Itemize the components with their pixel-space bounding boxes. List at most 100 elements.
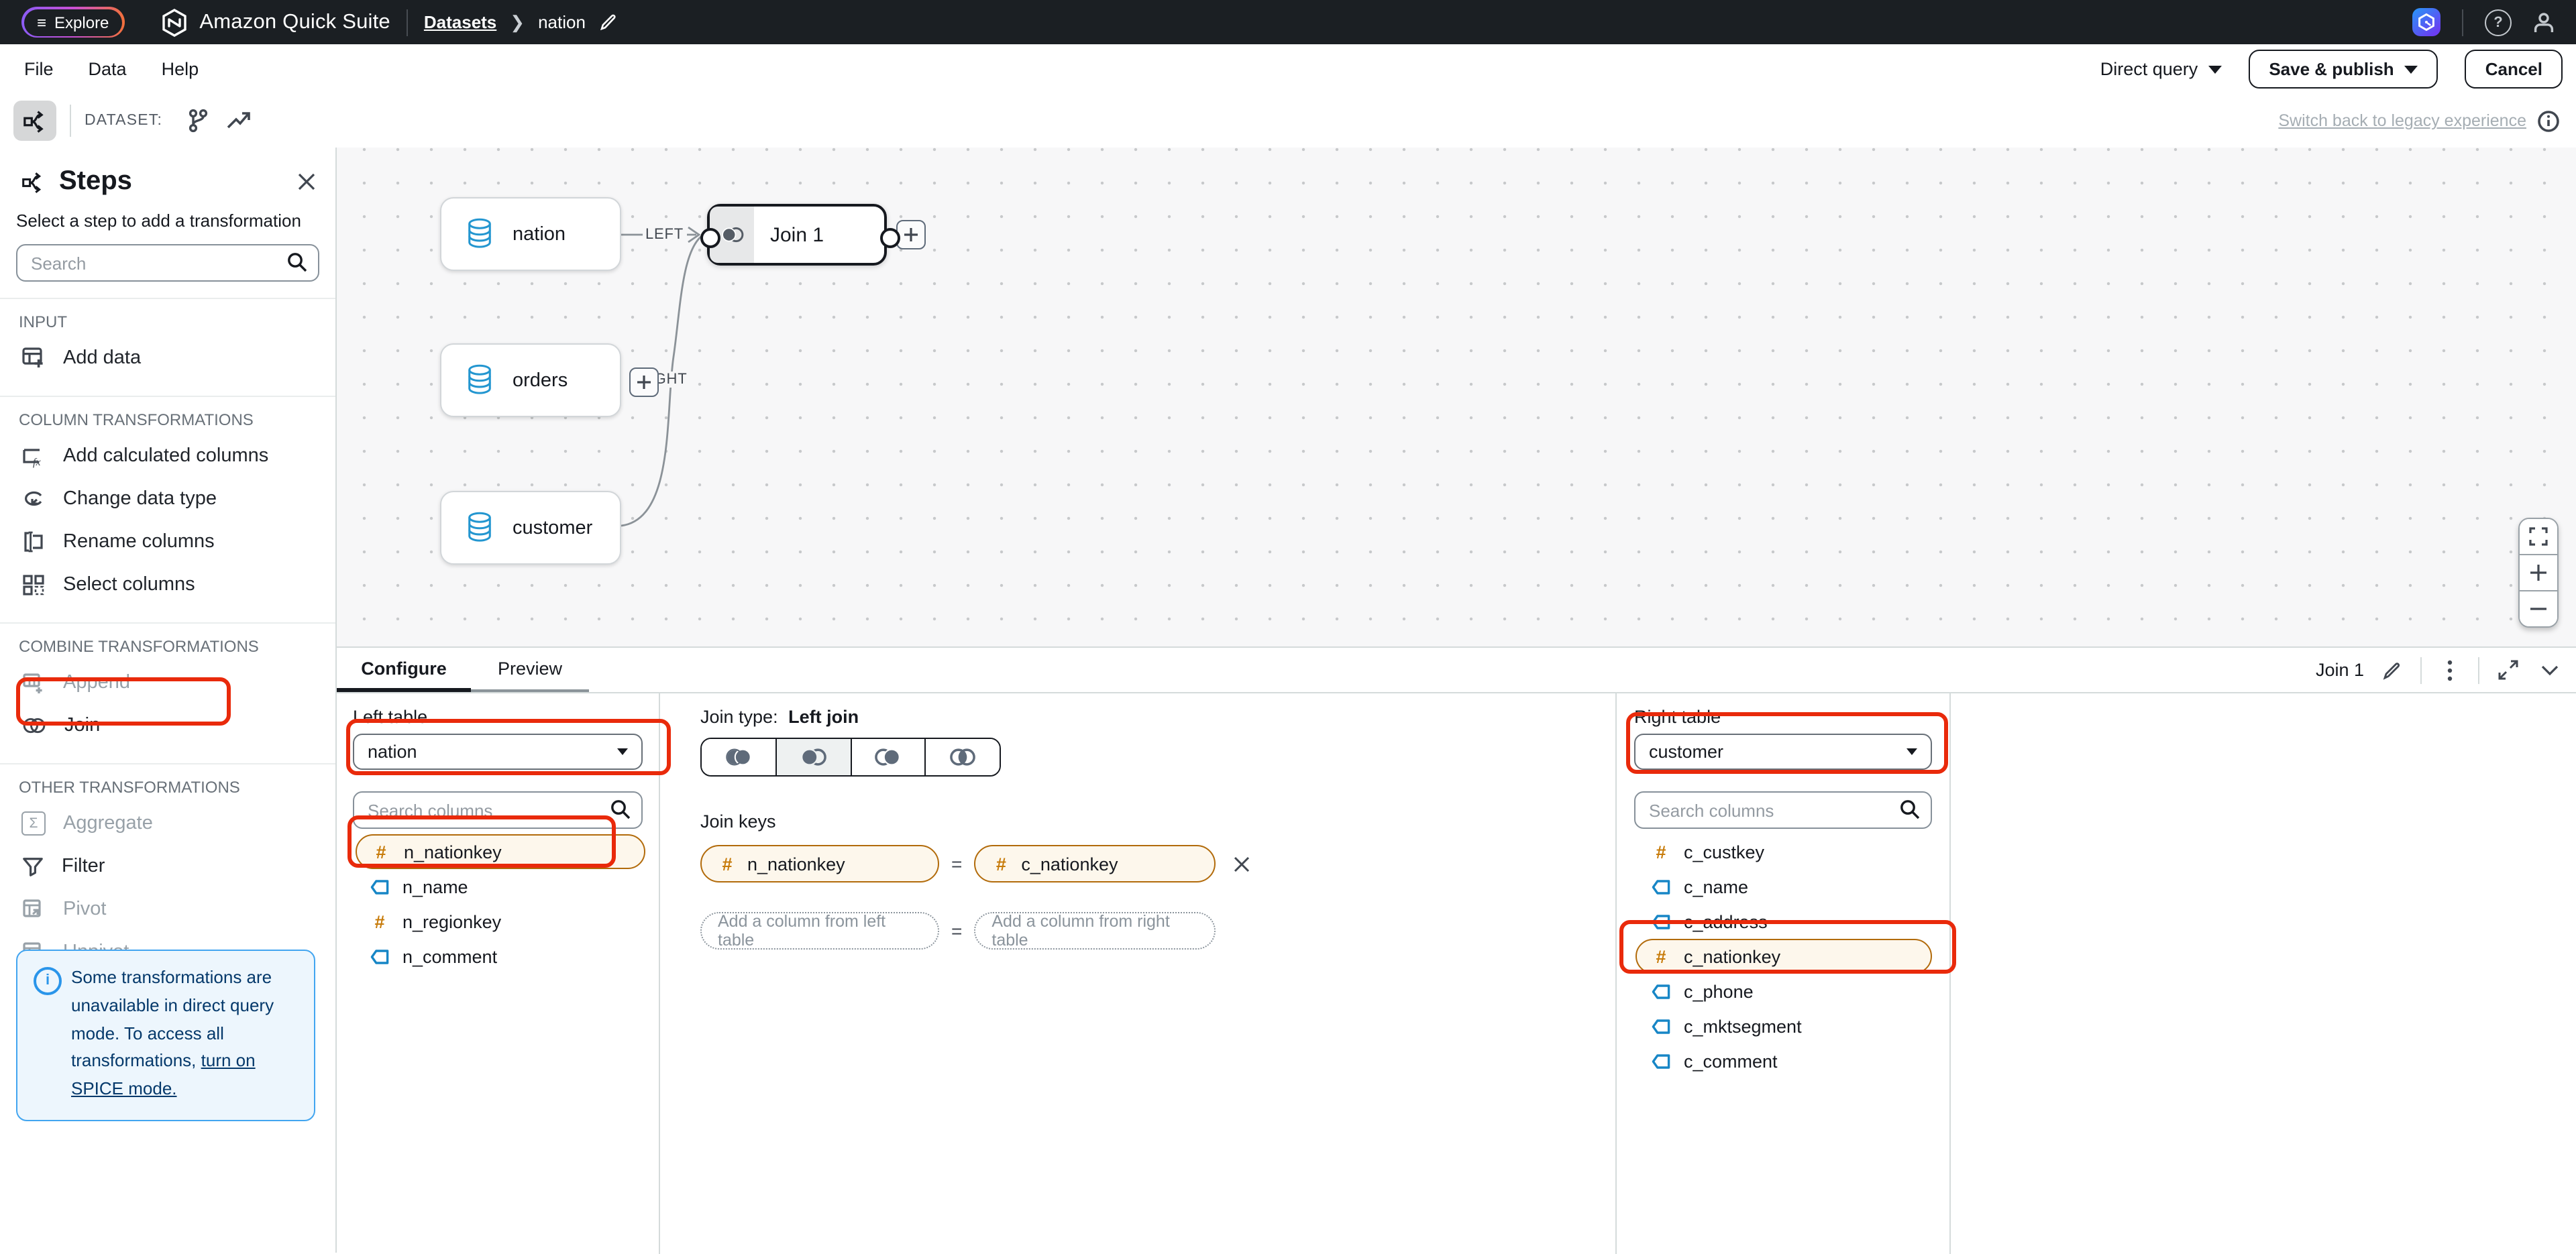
left-column-search-input[interactable] [353, 791, 643, 829]
steps-flow-icon [21, 170, 46, 194]
sidebar-item-add-data[interactable]: Add data [0, 337, 335, 380]
column-item-n_comment[interactable]: n_comment [353, 939, 643, 974]
close-icon[interactable] [297, 172, 317, 192]
steps-view-toggle-button[interactable] [13, 101, 56, 141]
tab-preview[interactable]: Preview [471, 648, 589, 692]
sidebar-item-rename-columns[interactable]: Rename columns [0, 520, 335, 563]
right-column-search [1634, 791, 1932, 829]
node-label: nation [513, 223, 566, 245]
full-join-option[interactable] [702, 739, 775, 775]
join-key-left[interactable]: # n_nationkey [700, 845, 939, 882]
right-column-search-input[interactable] [1634, 791, 1932, 829]
help-icon[interactable]: ? [2485, 9, 2512, 36]
zoom-out-button[interactable] [2520, 590, 2557, 626]
menu-help[interactable]: Help [162, 59, 199, 79]
divider [2420, 657, 2422, 683]
table-node-nation[interactable]: nation [440, 197, 621, 271]
right-join-option[interactable] [850, 739, 925, 775]
breadcrumb-datasets-link[interactable]: Datasets [424, 12, 496, 32]
left-table-dropdown[interactable]: nation [353, 734, 643, 770]
menubar-right: Direct query Save & publish Cancel [2100, 50, 2576, 89]
column-item-n_regionkey[interactable]: # n_regionkey [353, 904, 643, 939]
numeric-type-icon: # [372, 842, 390, 862]
explore-button[interactable]: ≡ Explore [23, 9, 122, 36]
svg-text:fx: fx [33, 457, 41, 468]
join-node[interactable]: Join 1 [707, 204, 887, 266]
column-item-c_comment[interactable]: c_comment [1634, 1043, 1932, 1078]
zoom-in-button[interactable] [2520, 554, 2557, 590]
sidebar-item-join[interactable]: Join [0, 704, 335, 747]
tab-configure[interactable]: Configure [337, 648, 471, 692]
legacy-experience-link[interactable]: Switch back to legacy experience [2278, 111, 2526, 130]
expand-panel-icon[interactable] [2494, 657, 2521, 683]
flow-canvas[interactable]: LEFT RIGHT nation orders customer Join 1 [337, 148, 2576, 646]
toolbar-right: Switch back to legacy experience [2278, 109, 2576, 132]
table-node-customer[interactable]: customer [440, 491, 621, 565]
right-table-dropdown[interactable]: customer [1634, 734, 1932, 770]
node-label: orders [513, 369, 568, 391]
table-node-orders[interactable]: orders [440, 343, 621, 417]
explore-label: Explore [54, 13, 109, 32]
top-bar: ≡ Explore Amazon Quick Suite Datasets ❯ … [0, 0, 2576, 44]
query-mode-dropdown[interactable]: Direct query [2100, 59, 2222, 79]
steps-search-input[interactable] [16, 244, 319, 282]
breadcrumb-current: nation [538, 12, 586, 32]
save-publish-button[interactable]: Save & publish [2249, 50, 2438, 89]
add-left-column-placeholder[interactable]: Add a column from left table [700, 912, 939, 950]
edit-join-name-pencil-icon[interactable] [2379, 657, 2406, 683]
kebab-menu-icon[interactable] [2436, 657, 2463, 683]
equals-sign: = [951, 853, 962, 874]
add-step-button-join[interactable] [896, 220, 926, 249]
info-icon[interactable] [2537, 109, 2560, 132]
join-output-port[interactable] [879, 227, 900, 247]
column-name: n_comment [402, 946, 497, 966]
sidebar-item-filter[interactable]: Filter [0, 845, 335, 888]
caret-down-icon [1907, 748, 1917, 755]
join-input-port[interactable] [700, 227, 720, 247]
column-name: c_address [1684, 911, 1768, 931]
direct-query-info-note: i Some transformations are unavailable i… [16, 950, 315, 1121]
left-join-option[interactable] [775, 739, 851, 775]
menu-data[interactable]: Data [89, 59, 127, 79]
panel-title: Join 1 [2316, 660, 2364, 680]
quick-suite-logo-icon [159, 7, 189, 37]
sidebar-item-add-calculated-columns[interactable]: fx Add calculated columns [0, 435, 335, 477]
left-table-label: Left table [353, 707, 643, 727]
collapse-panel-chevron-icon[interactable] [2536, 657, 2563, 683]
column-item-n_name[interactable]: n_name [353, 869, 643, 904]
inner-join-option[interactable] [925, 739, 1000, 775]
add-right-column-placeholder[interactable]: Add a column from right table [974, 912, 1216, 950]
join-key-right[interactable]: # c_nationkey [974, 845, 1216, 882]
column-name: c_custkey [1684, 842, 1764, 862]
steps-search [16, 244, 319, 282]
right-join-icon [871, 746, 905, 768]
menu-file[interactable]: File [24, 59, 54, 79]
user-icon[interactable] [2530, 9, 2557, 36]
fit-to-screen-button[interactable] [2520, 519, 2557, 554]
numeric-type-icon: # [1652, 842, 1670, 862]
column-item-c_nationkey[interactable]: # c_nationkey [1635, 939, 1932, 974]
trend-view-icon[interactable] [219, 101, 259, 141]
rename-dataset-pencil-icon[interactable] [599, 12, 619, 32]
join-type-section: Join type: Left join Join keys [660, 693, 1617, 1254]
caret-down-icon [2405, 65, 2418, 73]
column-item-c_phone[interactable]: c_phone [1634, 974, 1932, 1009]
add-step-button-orders[interactable] [629, 367, 659, 397]
remove-join-key-icon[interactable] [1232, 854, 1252, 874]
lineage-view-icon[interactable] [178, 101, 219, 141]
quick-suite-app-icon[interactable] [2412, 8, 2440, 36]
sidebar-item-change-data-type[interactable]: Change data type [0, 477, 335, 520]
cancel-button[interactable]: Cancel [2465, 50, 2563, 89]
section-input: INPUT [0, 299, 335, 337]
canvas-zoom-controls [2518, 518, 2559, 628]
column-item-c_name[interactable]: c_name [1634, 869, 1932, 904]
column-name: c_nationkey [1684, 946, 1780, 966]
column-item-n_nationkey[interactable]: # n_nationkey [356, 834, 645, 869]
column-name: c_phone [1684, 981, 1754, 1001]
column-item-c_mktsegment[interactable]: c_mktsegment [1634, 1009, 1932, 1043]
save-publish-label: Save & publish [2269, 59, 2394, 79]
select-columns-icon [21, 573, 46, 597]
sidebar-item-select-columns[interactable]: Select columns [0, 563, 335, 606]
column-item-c_custkey[interactable]: # c_custkey [1634, 834, 1932, 869]
column-item-c_address[interactable]: c_address [1634, 904, 1932, 939]
